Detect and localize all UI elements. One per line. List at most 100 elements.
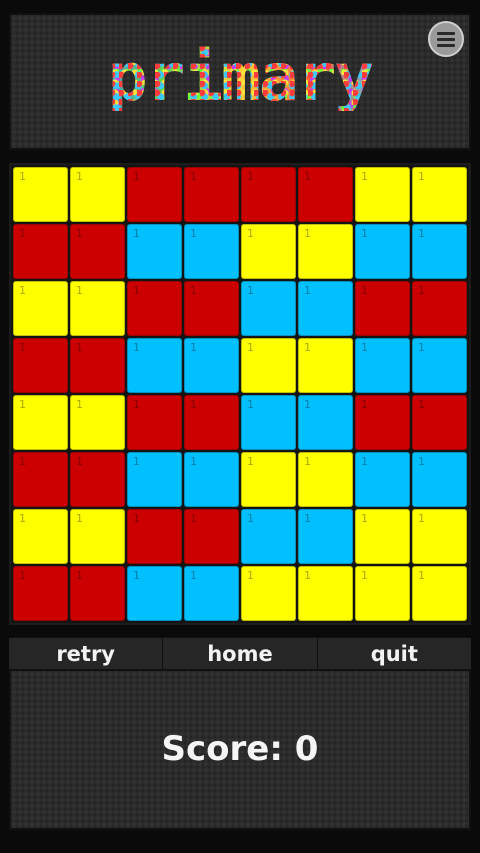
home-button[interactable]: home <box>163 638 318 670</box>
game-tile[interactable]: 1 <box>184 338 239 393</box>
game-tile[interactable]: 1 <box>241 509 296 564</box>
game-tile[interactable]: 1 <box>241 452 296 507</box>
game-tile[interactable]: 1 <box>13 338 68 393</box>
tile-label: 1 <box>190 227 197 240</box>
tile-label: 1 <box>76 284 83 297</box>
game-tile[interactable]: 1 <box>127 224 182 279</box>
game-tile[interactable]: 1 <box>70 452 125 507</box>
game-tile[interactable]: 1 <box>241 167 296 222</box>
game-tile[interactable]: 1 <box>298 281 353 336</box>
game-tile[interactable]: 1 <box>127 281 182 336</box>
game-tile[interactable]: 1 <box>298 224 353 279</box>
game-tile[interactable]: 1 <box>412 395 467 450</box>
quit-button[interactable]: quit <box>318 638 471 670</box>
game-tile[interactable]: 1 <box>13 566 68 621</box>
game-tile[interactable]: 1 <box>355 509 410 564</box>
tile-label: 1 <box>418 512 425 525</box>
game-tile[interactable]: 1 <box>70 224 125 279</box>
game-tile[interactable]: 1 <box>241 566 296 621</box>
control-bar: retry home quit <box>9 637 471 670</box>
game-tile[interactable]: 1 <box>298 452 353 507</box>
game-tile[interactable]: 1 <box>241 395 296 450</box>
game-tile[interactable]: 1 <box>412 167 467 222</box>
game-tile[interactable]: 1 <box>13 395 68 450</box>
game-tile[interactable]: 1 <box>412 338 467 393</box>
game-tile[interactable]: 1 <box>70 167 125 222</box>
tile-label: 1 <box>19 341 26 354</box>
game-tile[interactable]: 1 <box>70 509 125 564</box>
game-tile[interactable]: 1 <box>127 452 182 507</box>
score-display: Score: 0 <box>161 729 319 769</box>
tile-label: 1 <box>361 170 368 183</box>
game-tile[interactable]: 1 <box>355 395 410 450</box>
game-tile[interactable]: 1 <box>184 395 239 450</box>
game-tile[interactable]: 1 <box>355 452 410 507</box>
game-tile[interactable]: 1 <box>298 338 353 393</box>
game-tile[interactable]: 1 <box>355 338 410 393</box>
tile-label: 1 <box>76 398 83 411</box>
game-tile[interactable]: 1 <box>127 167 182 222</box>
game-tile[interactable]: 1 <box>241 224 296 279</box>
tile-label: 1 <box>304 284 311 297</box>
tile-label: 1 <box>304 512 311 525</box>
game-tile[interactable]: 1 <box>412 566 467 621</box>
tile-label: 1 <box>247 341 254 354</box>
tile-label: 1 <box>190 170 197 183</box>
menu-button[interactable] <box>428 21 464 57</box>
tile-label: 1 <box>361 455 368 468</box>
tile-label: 1 <box>19 569 26 582</box>
game-tile[interactable]: 1 <box>412 509 467 564</box>
tile-label: 1 <box>76 512 83 525</box>
tile-label: 1 <box>190 512 197 525</box>
game-tile[interactable]: 1 <box>298 509 353 564</box>
game-tile[interactable]: 1 <box>355 167 410 222</box>
game-tile[interactable]: 1 <box>13 509 68 564</box>
game-tile[interactable]: 1 <box>412 224 467 279</box>
tile-label: 1 <box>361 398 368 411</box>
game-tile[interactable]: 1 <box>184 281 239 336</box>
game-tile[interactable]: 1 <box>70 338 125 393</box>
tile-label: 1 <box>418 284 425 297</box>
tile-label: 1 <box>19 170 26 183</box>
game-tile[interactable]: 1 <box>355 281 410 336</box>
game-tile[interactable]: 1 <box>13 452 68 507</box>
game-tile[interactable]: 1 <box>241 338 296 393</box>
game-tile[interactable]: 1 <box>412 281 467 336</box>
game-tile[interactable]: 1 <box>127 395 182 450</box>
tile-label: 1 <box>418 569 425 582</box>
tile-label: 1 <box>190 341 197 354</box>
tile-label: 1 <box>247 512 254 525</box>
game-tile[interactable]: 1 <box>70 281 125 336</box>
game-tile[interactable]: 1 <box>184 509 239 564</box>
game-tile[interactable]: 1 <box>13 281 68 336</box>
game-tile[interactable]: 1 <box>298 395 353 450</box>
tile-label: 1 <box>418 398 425 411</box>
game-tile[interactable]: 1 <box>70 566 125 621</box>
game-tile[interactable]: 1 <box>127 338 182 393</box>
tile-label: 1 <box>190 569 197 582</box>
tile-label: 1 <box>418 227 425 240</box>
game-tile[interactable]: 1 <box>184 452 239 507</box>
game-tile[interactable]: 1 <box>241 281 296 336</box>
tile-label: 1 <box>76 227 83 240</box>
tile-label: 1 <box>76 341 83 354</box>
tile-label: 1 <box>361 341 368 354</box>
game-tile[interactable]: 1 <box>412 452 467 507</box>
game-tile[interactable]: 1 <box>298 566 353 621</box>
game-tile[interactable]: 1 <box>184 566 239 621</box>
game-tile[interactable]: 1 <box>184 224 239 279</box>
tile-label: 1 <box>304 341 311 354</box>
retry-button[interactable]: retry <box>9 638 164 670</box>
game-tile[interactable]: 1 <box>355 566 410 621</box>
game-tile[interactable]: 1 <box>127 509 182 564</box>
game-tile[interactable]: 1 <box>184 167 239 222</box>
tile-label: 1 <box>76 455 83 468</box>
game-tile[interactable]: 1 <box>298 167 353 222</box>
game-tile[interactable]: 1 <box>70 395 125 450</box>
game-tile[interactable]: 1 <box>13 167 68 222</box>
game-tile[interactable]: 1 <box>355 224 410 279</box>
tile-label: 1 <box>247 569 254 582</box>
tile-label: 1 <box>304 569 311 582</box>
game-tile[interactable]: 1 <box>127 566 182 621</box>
game-tile[interactable]: 1 <box>13 224 68 279</box>
